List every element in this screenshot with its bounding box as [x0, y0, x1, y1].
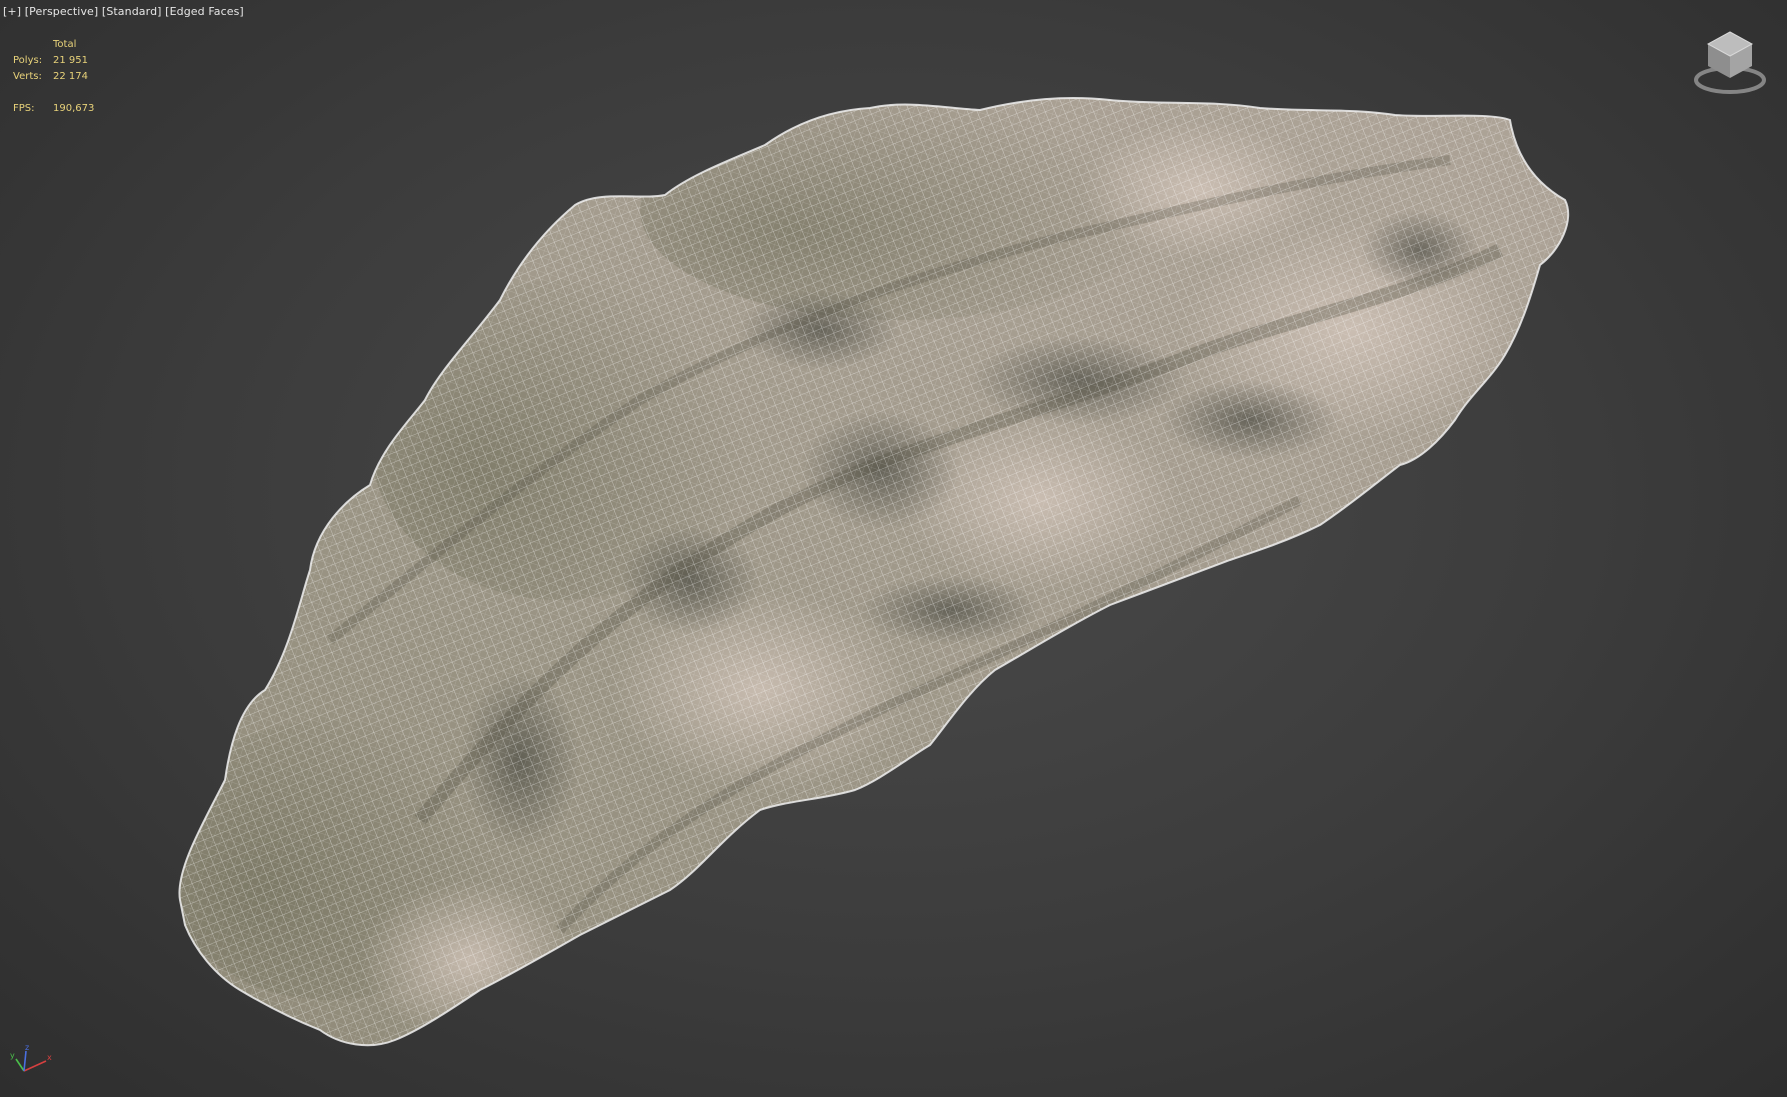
viewport-view-menu[interactable]: [Perspective]	[25, 5, 99, 18]
viewcube-icon[interactable]	[1690, 28, 1770, 98]
stats-header: Total	[53, 39, 77, 50]
viewport-plus-menu[interactable]: [+]	[3, 5, 21, 18]
polys-label: Polys:	[13, 55, 43, 66]
fps-label: FPS:	[13, 103, 35, 114]
verts-value: 22 174	[53, 71, 88, 82]
axis-tripod-icon: x y z	[10, 1043, 52, 1072]
svg-text:y: y	[10, 1051, 15, 1060]
fps-value: 190,673	[53, 103, 95, 114]
rock-mesh-model[interactable]	[0, 0, 1787, 1097]
statistics-overlay: Total Polys: 21 951 Verts: 22 174 FPS: 190,…	[13, 37, 133, 117]
verts-label: Verts:	[13, 71, 42, 82]
polys-value: 21 951	[53, 55, 88, 66]
svg-text:x: x	[47, 1053, 52, 1062]
viewport-label: [+] [Perspective] [Standard] [Edged Face…	[3, 5, 244, 18]
viewport-display-menu[interactable]: [Edged Faces]	[165, 5, 244, 18]
viewport-shading-menu[interactable]: [Standard]	[102, 5, 162, 18]
svg-text:z: z	[25, 1043, 29, 1052]
perspective-viewport[interactable]: [+] [Perspective] [Standard] [Edged Face…	[0, 0, 1787, 1097]
